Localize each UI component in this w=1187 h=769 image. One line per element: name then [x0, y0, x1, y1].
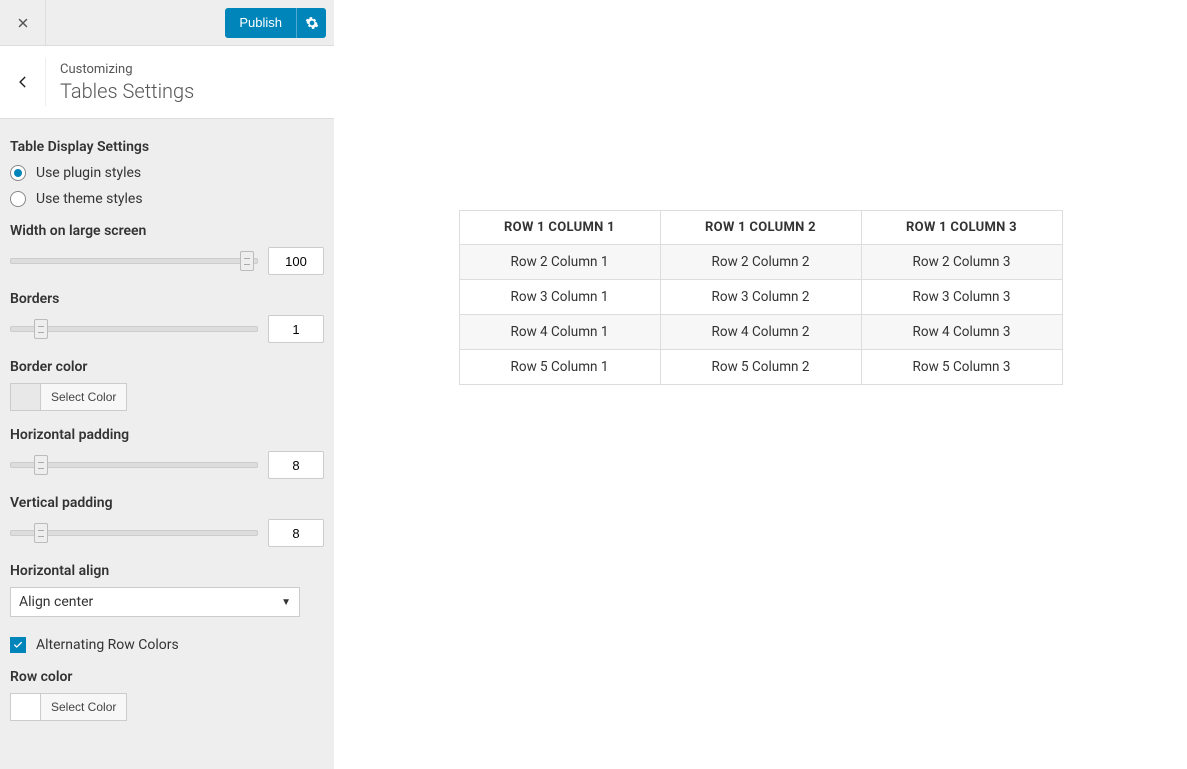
- slider-thumb[interactable]: [34, 523, 48, 543]
- vpad-label: Vertical padding: [10, 495, 324, 511]
- style-option-plugin[interactable]: Use plugin styles: [10, 165, 324, 181]
- back-button[interactable]: [0, 58, 46, 106]
- table-cell: Row 2 Column 2: [660, 245, 861, 280]
- chevron-left-icon: [16, 75, 30, 89]
- publish-settings-button[interactable]: [296, 8, 326, 38]
- vpad-slider[interactable]: [10, 530, 258, 536]
- halign-select[interactable]: Align center ▼: [10, 587, 300, 617]
- preview-pane: ROW 1 COLUMN 1ROW 1 COLUMN 2ROW 1 COLUMN…: [334, 0, 1187, 769]
- table-row: Row 2 Column 1Row 2 Column 2Row 2 Column…: [459, 245, 1062, 280]
- customizer-sidebar: Publish Customizing Tables Settings Tabl…: [0, 0, 334, 769]
- select-value: Align center: [19, 594, 93, 610]
- settings-scroll[interactable]: Table Display Settings Use plugin styles…: [0, 119, 334, 769]
- table-cell: Row 5 Column 1: [459, 350, 660, 385]
- checkbox-icon: [10, 637, 26, 653]
- table-cell: Row 3 Column 1: [459, 280, 660, 315]
- table-cell: Row 5 Column 2: [660, 350, 861, 385]
- slider-thumb[interactable]: [34, 455, 48, 475]
- alt-rows-checkbox-row[interactable]: Alternating Row Colors: [10, 637, 324, 653]
- hpad-label: Horizontal padding: [10, 427, 324, 443]
- row-color-label: Row color: [10, 669, 324, 685]
- halign-label: Horizontal align: [10, 563, 324, 579]
- style-option-theme[interactable]: Use theme styles: [10, 191, 324, 207]
- table-cell: Row 3 Column 3: [861, 280, 1062, 315]
- table-row: Row 3 Column 1Row 3 Column 2Row 3 Column…: [459, 280, 1062, 315]
- publish-button[interactable]: Publish: [225, 8, 296, 38]
- preview-table: ROW 1 COLUMN 1ROW 1 COLUMN 2ROW 1 COLUMN…: [459, 210, 1063, 385]
- table-cell: Row 4 Column 1: [459, 315, 660, 350]
- table-cell: Row 2 Column 1: [459, 245, 660, 280]
- width-label: Width on large screen: [10, 223, 324, 239]
- table-header-cell: ROW 1 COLUMN 3: [861, 211, 1062, 245]
- borders-label: Borders: [10, 291, 324, 307]
- chevron-down-icon: ▼: [281, 597, 291, 608]
- table-cell: Row 4 Column 3: [861, 315, 1062, 350]
- hpad-slider[interactable]: [10, 462, 258, 468]
- radio-label: Use plugin styles: [36, 165, 141, 181]
- radio-icon: [10, 191, 26, 207]
- border-color-swatch[interactable]: [10, 383, 40, 411]
- borders-slider[interactable]: [10, 326, 258, 332]
- vpad-input[interactable]: [268, 519, 324, 547]
- display-settings-heading: Table Display Settings: [10, 139, 324, 155]
- hpad-input[interactable]: [268, 451, 324, 479]
- table-row: Row 5 Column 1Row 5 Column 2Row 5 Column…: [459, 350, 1062, 385]
- slider-thumb[interactable]: [34, 319, 48, 339]
- page-title: Tables Settings: [60, 79, 194, 103]
- breadcrumb: Customizing: [60, 62, 194, 77]
- panel-header: Customizing Tables Settings: [0, 46, 334, 119]
- border-color-label: Border color: [10, 359, 324, 375]
- table-header-cell: ROW 1 COLUMN 1: [459, 211, 660, 245]
- gear-icon: [305, 16, 319, 30]
- slider-thumb[interactable]: [240, 251, 254, 271]
- close-button[interactable]: [0, 0, 46, 46]
- table-cell: Row 5 Column 3: [861, 350, 1062, 385]
- table-header-cell: ROW 1 COLUMN 2: [660, 211, 861, 245]
- border-color-button[interactable]: Select Color: [40, 383, 127, 411]
- row-color-swatch[interactable]: [10, 693, 40, 721]
- table-cell: Row 4 Column 2: [660, 315, 861, 350]
- customizer-topbar: Publish: [0, 0, 334, 46]
- table-row: Row 4 Column 1Row 4 Column 2Row 4 Column…: [459, 315, 1062, 350]
- borders-input[interactable]: [268, 315, 324, 343]
- checkbox-label: Alternating Row Colors: [36, 637, 179, 653]
- table-cell: Row 3 Column 2: [660, 280, 861, 315]
- width-slider[interactable]: [10, 258, 258, 264]
- close-icon: [16, 16, 30, 30]
- radio-label: Use theme styles: [36, 191, 143, 207]
- table-header-row: ROW 1 COLUMN 1ROW 1 COLUMN 2ROW 1 COLUMN…: [459, 211, 1062, 245]
- row-color-button[interactable]: Select Color: [40, 693, 127, 721]
- width-input[interactable]: [268, 247, 324, 275]
- radio-icon: [10, 165, 26, 181]
- table-cell: Row 2 Column 3: [861, 245, 1062, 280]
